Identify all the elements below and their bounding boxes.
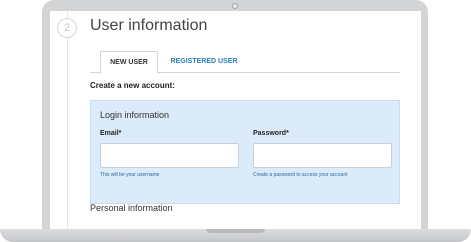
step-indicator: 2 — [57, 18, 77, 38]
tab-new-user[interactable]: NEW USER — [100, 51, 158, 74]
email-label: Email* — [100, 130, 122, 137]
tab-registered-user[interactable]: REGISTERED USER — [168, 51, 240, 74]
form-heading: Create a new account: — [90, 81, 175, 90]
login-information-panel: Login information Email* This will be yo… — [90, 100, 400, 204]
step-progress-line — [67, 11, 68, 231]
password-help-text: Create a password to access your account — [253, 172, 348, 178]
password-field[interactable] — [253, 143, 392, 168]
email-help-text: This will be your username — [100, 172, 160, 178]
laptop-screen: 2 User information NEW USER REGISTERED U… — [50, 11, 421, 231]
personal-information-heading: Personal information — [90, 203, 173, 213]
page-title: User information — [90, 17, 208, 34]
email-field[interactable] — [100, 143, 239, 168]
login-panel-title: Login information — [100, 110, 170, 120]
camera-icon — [232, 3, 238, 9]
password-label: Password* — [253, 130, 289, 137]
laptop-base-notch — [206, 229, 265, 233]
account-tabs: NEW USER REGISTERED USER — [90, 51, 400, 74]
